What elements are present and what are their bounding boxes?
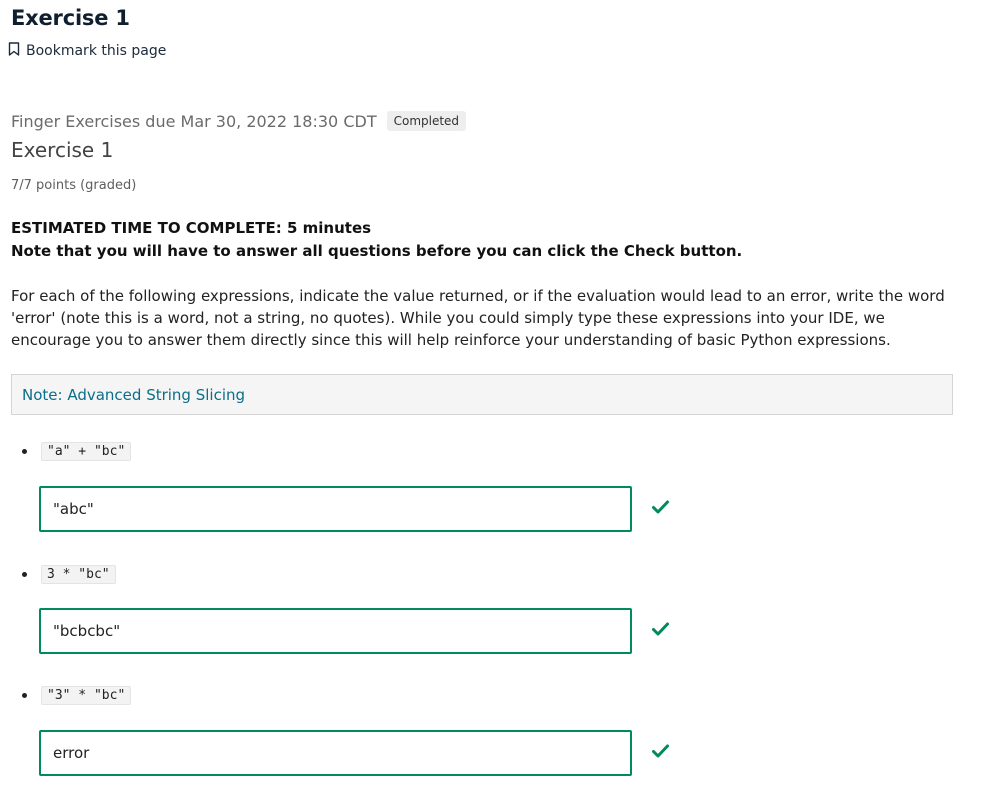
status-badge: Completed <box>386 111 467 131</box>
answer-input[interactable] <box>39 486 632 532</box>
problem-description: For each of the following expressions, i… <box>11 287 945 349</box>
question-expression: "a" + "bc" <box>41 442 132 461</box>
note-box: Note: Advanced String Slicing <box>11 374 953 415</box>
subsection-due-info: Finger Exercises due Mar 30, 2022 18:30 … <box>11 111 467 131</box>
page: Exercise 1 Bookmark this page Finger Exe… <box>0 0 982 800</box>
problem-title: Exercise 1 <box>11 138 114 162</box>
points-label: 7/7 points (graded) <box>11 178 137 193</box>
bookmark-label: Bookmark this page <box>26 43 167 59</box>
question-expression: 3 * "bc" <box>41 565 116 584</box>
advanced-string-slicing-link[interactable]: Note: Advanced String Slicing <box>22 386 245 404</box>
list-bullet <box>22 572 27 577</box>
estimated-time: ESTIMATED TIME TO COMPLETE: 5 minutes <box>11 219 372 237</box>
answer-input[interactable] <box>39 730 632 776</box>
subsection-label: Finger Exercises due Mar 30, 2022 18:30 … <box>11 111 377 131</box>
checkmark-icon <box>652 621 669 640</box>
question-expression: "3" * "bc" <box>41 686 132 705</box>
checkmark-icon <box>652 499 669 518</box>
checkmark-icon <box>652 743 669 762</box>
list-bullet <box>22 693 27 698</box>
answer-input[interactable] <box>39 608 632 654</box>
bookmark-button[interactable]: Bookmark this page <box>8 42 166 60</box>
bookmark-icon <box>8 42 26 60</box>
page-title: Exercise 1 <box>11 6 130 30</box>
list-bullet <box>22 449 27 454</box>
check-note: Note that you will have to answer all qu… <box>11 242 743 260</box>
